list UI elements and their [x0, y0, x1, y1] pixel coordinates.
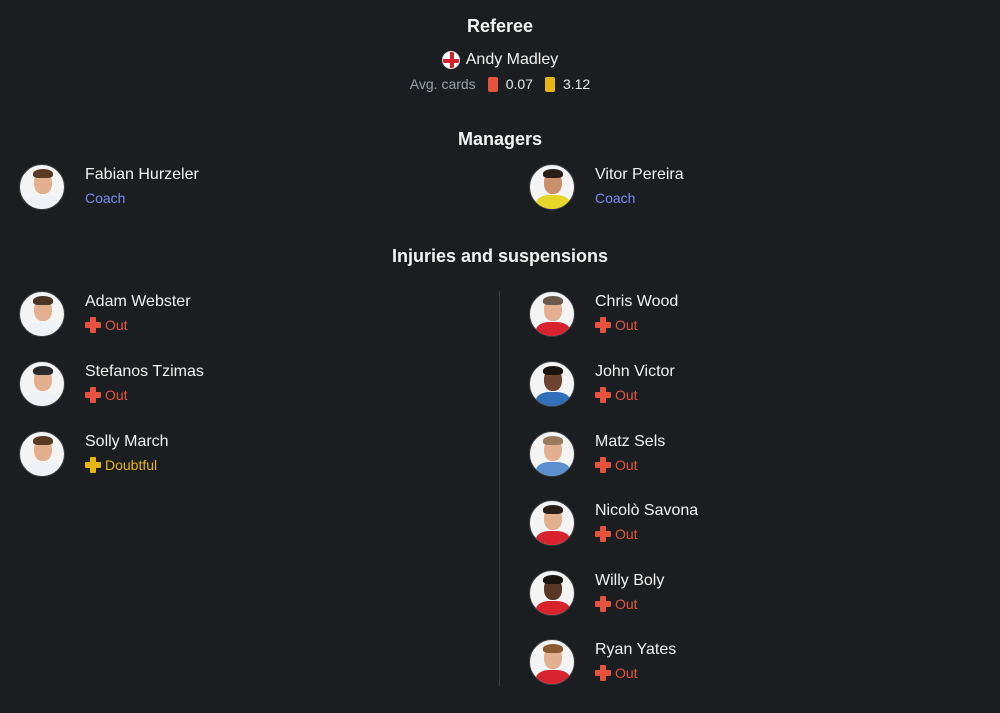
injury-cross-icon: [595, 317, 611, 333]
yellow-card-value: 3.12: [562, 76, 591, 92]
player-name: Solly March: [85, 433, 169, 450]
list-item[interactable]: Chris Wood Out: [529, 291, 829, 341]
doubtful-cross-icon: [85, 457, 101, 473]
injury-status: Doubtful: [85, 457, 157, 473]
list-item[interactable]: Solly March Doubtful: [19, 431, 319, 481]
player-name: Stefanos Tzimas: [85, 363, 204, 380]
injury-cross-icon: [85, 387, 101, 403]
avatar: [529, 361, 575, 407]
avg-cards-label: Avg. cards: [409, 76, 476, 92]
injury-status: Out: [595, 317, 638, 333]
injury-status: Out: [595, 665, 638, 681]
list-item[interactable]: Nicolò Savona Out: [529, 500, 829, 550]
injury-status: Out: [595, 526, 638, 542]
manager-away[interactable]: Vitor Pereira Coach: [529, 164, 829, 214]
player-name: Chris Wood: [595, 293, 679, 310]
referee-section-title: Referee: [466, 16, 534, 36]
avatar: [19, 431, 65, 477]
avatar: [529, 431, 575, 477]
injury-cross-icon: [595, 457, 611, 473]
player-name: Nicolò Savona: [595, 502, 699, 519]
injury-status: Out: [85, 317, 128, 333]
player-name: Ryan Yates: [595, 641, 677, 658]
avatar: [529, 570, 575, 616]
column-divider: [499, 291, 500, 686]
avatar: [19, 164, 65, 210]
avatar: [19, 291, 65, 337]
yellow-card-icon: [544, 76, 555, 92]
injury-status: Out: [595, 596, 638, 612]
injury-cross-icon: [595, 387, 611, 403]
injury-cross-icon: [85, 317, 101, 333]
england-flag-icon: [441, 51, 460, 69]
manager-role: Coach: [85, 190, 126, 206]
injury-cross-icon: [595, 526, 611, 542]
avatar: [529, 639, 575, 685]
list-item[interactable]: Matz Sels Out: [529, 431, 829, 481]
injury-status: Out: [595, 457, 638, 473]
manager-role: Coach: [595, 190, 636, 206]
manager-name: Fabian Hurzeler: [85, 166, 199, 183]
player-name: John Victor: [595, 363, 675, 380]
red-card-value: 0.07: [505, 76, 533, 92]
injuries-section-title: Injuries and suspensions: [391, 246, 609, 266]
list-item[interactable]: Stefanos Tzimas Out: [19, 361, 319, 411]
referee-avg-cards: Avg. cards 0.07 3.12: [0, 76, 1000, 92]
list-item[interactable]: Willy Boly Out: [529, 570, 829, 620]
referee-name[interactable]: Andy Madley: [466, 51, 559, 69]
injury-cross-icon: [595, 665, 611, 681]
managers-section-title: Managers: [457, 129, 543, 149]
referee-row: Andy Madley: [0, 51, 1000, 69]
injury-status: Out: [595, 387, 638, 403]
injury-status: Out: [85, 387, 128, 403]
list-item[interactable]: Ryan Yates Out: [529, 639, 829, 689]
list-item[interactable]: Adam Webster Out: [19, 291, 319, 341]
avatar: [19, 361, 65, 407]
player-name: Adam Webster: [85, 293, 191, 310]
avatar: [529, 500, 575, 546]
injury-cross-icon: [595, 596, 611, 612]
manager-name: Vitor Pereira: [595, 166, 684, 183]
player-name: Willy Boly: [595, 572, 665, 589]
avatar: [529, 291, 575, 337]
player-name: Matz Sels: [595, 433, 666, 450]
red-card-icon: [487, 76, 498, 92]
list-item[interactable]: John Victor Out: [529, 361, 829, 411]
manager-home[interactable]: Fabian Hurzeler Coach: [19, 164, 319, 214]
avatar: [529, 164, 575, 210]
